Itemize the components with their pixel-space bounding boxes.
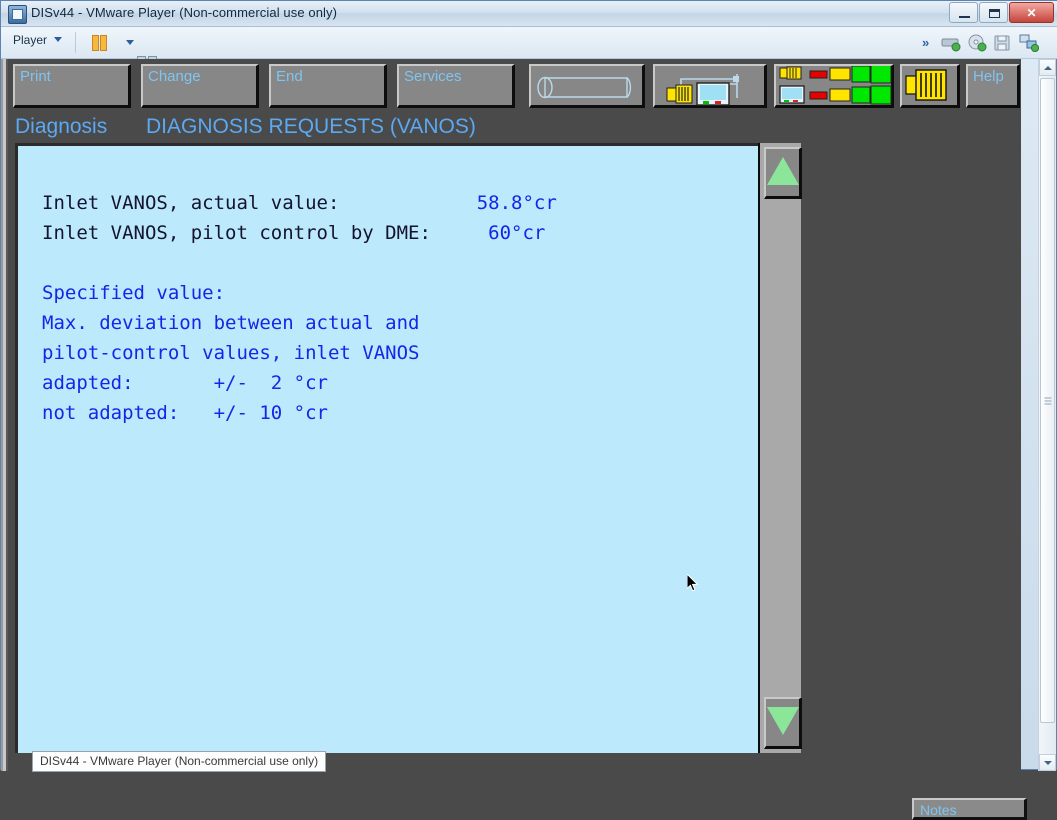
dis-application-screen: Print Change End Services Help Diagnosis…: [1, 59, 1027, 820]
spec-line-2: pilot-control values, inlet VANOS: [42, 342, 420, 364]
dis-title-row: Diagnosis DIAGNOSIS REQUESTS (VANOS): [1, 113, 1021, 143]
notes-button[interactable]: Notes: [912, 798, 1027, 820]
scrollbar-grip-icon: [1044, 395, 1051, 406]
content-scrollbar[interactable]: [758, 143, 802, 753]
spec-line-0: Specified value:: [42, 282, 226, 304]
scrollbar-up-button[interactable]: [1039, 59, 1056, 76]
measurement-label-0: Inlet VANOS, actual value:: [42, 192, 340, 214]
measurement-value-1: 60: [488, 222, 512, 244]
tester-connection-icon: [666, 74, 739, 106]
status-leds-icon: [779, 66, 892, 105]
cd-dvd-icon-glyph: [968, 34, 987, 52]
network-adapter-icon-glyph: [1019, 34, 1040, 53]
toolbar-separator: [75, 32, 76, 53]
player-menu-button[interactable]: Player: [13, 33, 63, 47]
floppy-icon[interactable]: [993, 34, 1013, 52]
floppy-icon-glyph: [994, 35, 1010, 51]
toolbar-overflow-chevron-icon[interactable]: »: [922, 35, 929, 50]
vmware-icon: [8, 5, 27, 24]
module-name: Diagnosis: [15, 115, 108, 138]
cylinder-icon: [537, 76, 632, 99]
scroll-up-arrow-icon: [766, 157, 799, 185]
hard-disk-icon-glyph: [941, 38, 961, 52]
measurement-pad-0: [339, 192, 476, 214]
print-button[interactable]: Print: [13, 64, 131, 108]
print-button-label: Print: [20, 68, 51, 85]
close-button[interactable]: ✕: [1009, 2, 1054, 23]
change-button[interactable]: Change: [141, 64, 259, 108]
scrollbar-down-button[interactable]: [1039, 754, 1056, 771]
taskbar-tooltip: DISv44 - VMware Player (Non-commercial u…: [32, 751, 327, 772]
network-adapter-icon[interactable]: [1019, 34, 1040, 53]
spec-line-1: Max. deviation between actual and: [42, 312, 420, 334]
maximize-button[interactable]: [979, 2, 1008, 23]
connector-icon-button[interactable]: [900, 64, 960, 108]
measurement-row: Inlet VANOS, pilot control by DME:: [42, 222, 488, 244]
chevron-down-icon[interactable]: [126, 40, 134, 45]
dis-toolbar: Print Change End Services Help: [1, 59, 1021, 113]
spec-line-3: adapted: +/- 2 °cr: [42, 372, 328, 394]
measurement-value-0: 58.8: [476, 192, 523, 214]
change-button-label: Change: [148, 68, 201, 85]
scroll-up-button[interactable]: [764, 147, 802, 199]
title-left-edge: [1, 113, 8, 143]
window-title-bar: DISv44 - VMware Player (Non-commercial u…: [1, 1, 1057, 27]
cylinder-icon-button[interactable]: [529, 64, 645, 108]
page-title: DIAGNOSIS REQUESTS (VANOS): [146, 115, 476, 138]
diagnosis-text-block: Inlet VANOS, actual value: 58.8°cr Inlet…: [42, 188, 557, 428]
vm-windows-icon[interactable]: [89, 33, 113, 53]
scrollbar-thumb[interactable]: [1040, 78, 1055, 723]
connector-icon: [905, 69, 947, 101]
diagnosis-content-panel: Inlet VANOS, actual value: 58.8°cr Inlet…: [15, 143, 758, 753]
status-leds-icon-button[interactable]: [774, 64, 894, 108]
help-button[interactable]: Help: [966, 64, 1020, 108]
scroll-down-arrow-icon: [766, 707, 799, 735]
tester-connection-icon-button[interactable]: [653, 64, 767, 108]
vmware-player-window: DISv44 - VMware Player (Non-commercial u…: [0, 0, 1057, 820]
measurement-row: Inlet VANOS, actual value:: [42, 192, 477, 214]
minimize-button[interactable]: [949, 2, 978, 23]
vmware-toolbar: Player i »: [1, 27, 1057, 113]
measurement-label-1: Inlet VANOS, pilot control by DME:: [42, 222, 431, 244]
screen-left-rail: [1, 143, 8, 771]
measurement-unit-0: °cr: [522, 192, 557, 214]
spec-line-4: not adapted: +/- 10 °cr: [42, 402, 328, 424]
hard-disk-icon[interactable]: [941, 34, 961, 52]
measurement-unit-1: °cr: [511, 222, 546, 244]
services-button[interactable]: Services: [397, 64, 515, 108]
toolbar-left-edge: [1, 59, 8, 113]
mouse-cursor: [686, 572, 699, 593]
notes-button-label: Notes: [920, 802, 957, 818]
end-button-label: End: [276, 68, 303, 85]
help-button-label: Help: [973, 68, 1004, 85]
dis-screen-area: Inlet VANOS, actual value: 58.8°cr Inlet…: [1, 143, 1021, 771]
player-menu-label: Player: [13, 33, 48, 47]
measurement-pad-1: [431, 222, 488, 244]
window-vertical-scrollbar[interactable]: [1038, 59, 1056, 771]
services-button-label: Services: [404, 68, 462, 85]
cd-dvd-icon[interactable]: [967, 34, 987, 52]
chevron-down-icon: [54, 37, 63, 42]
end-button[interactable]: End: [269, 64, 387, 108]
window-title: DISv44 - VMware Player (Non-commercial u…: [31, 5, 338, 20]
window-controls: ✕: [948, 2, 1054, 24]
scroll-down-button[interactable]: [764, 697, 802, 749]
